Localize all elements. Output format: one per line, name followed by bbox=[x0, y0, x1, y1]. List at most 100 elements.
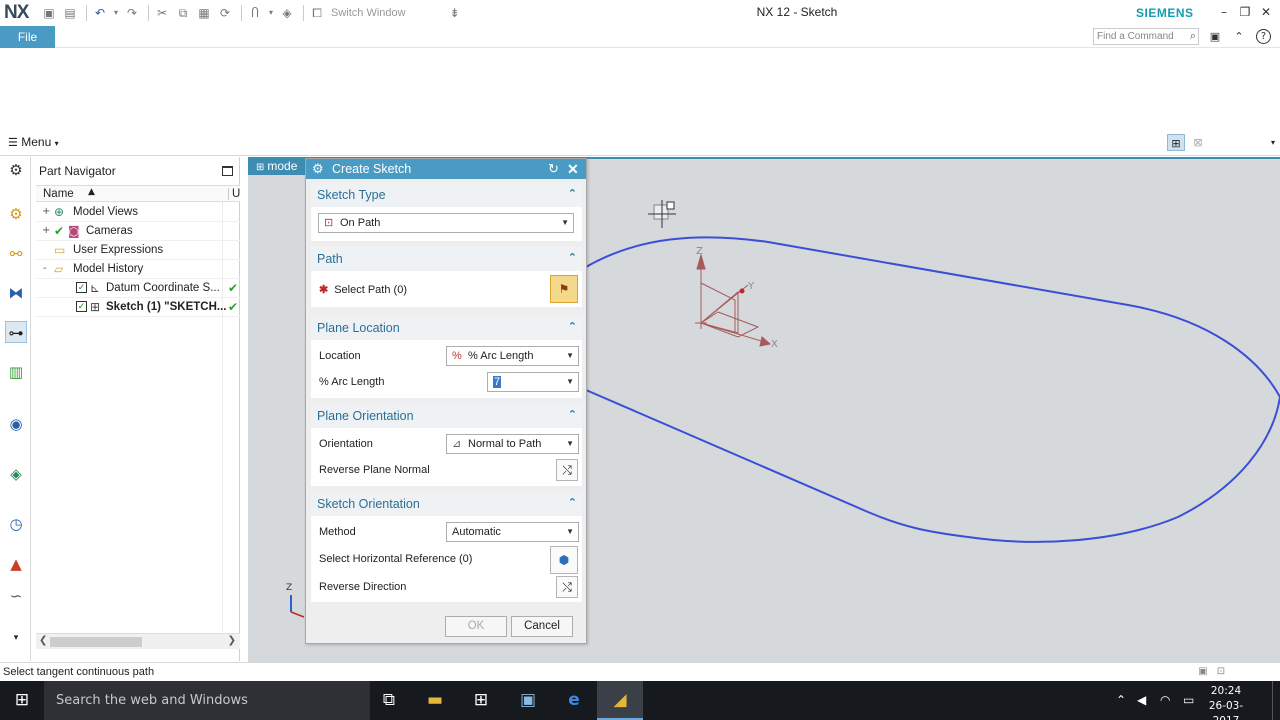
tree-item-user-expressions[interactable]: ▭ User Expressions bbox=[36, 241, 240, 260]
ok-button[interactable]: OK bbox=[445, 616, 507, 637]
taskbar-clock[interactable]: 20:24 26-03-2017 bbox=[1204, 684, 1248, 720]
menu-button[interactable]: ☰ Menu ▾ bbox=[8, 135, 59, 149]
group-header[interactable]: Sketch Orientation ⌃ bbox=[311, 492, 582, 516]
dialog-title-bar[interactable]: ⚙ Create Sketch ↻ ✕ bbox=[306, 159, 586, 179]
column-up-to-date[interactable]: U bbox=[228, 188, 240, 200]
column-name[interactable]: Name bbox=[43, 188, 74, 200]
part-navigator-icon[interactable]: ⊶ bbox=[5, 321, 27, 343]
close-dialog-icon[interactable]: ✕ bbox=[567, 159, 579, 179]
status-icon-window[interactable]: ⊡ bbox=[1214, 665, 1228, 679]
assembly-navigator-icon[interactable]: ⚙ bbox=[5, 203, 27, 225]
collapse-ribbon-icon[interactable]: ⌃ bbox=[1231, 29, 1247, 45]
resource-bar-scroll-icon[interactable]: ▾ bbox=[5, 627, 27, 649]
settings-gear-icon[interactable]: ⚙ bbox=[5, 159, 27, 181]
group-header[interactable]: Path ⌃ bbox=[311, 247, 582, 271]
visibility-checkbox[interactable]: ✓ bbox=[76, 301, 87, 312]
constraint-navigator-icon[interactable]: ⚯ bbox=[5, 243, 27, 265]
group-header[interactable]: Sketch Type ⌃ bbox=[311, 183, 582, 207]
switch-window-icon[interactable]: ⧠ bbox=[308, 5, 326, 21]
scrollbar-thumb[interactable] bbox=[50, 637, 142, 647]
process-studio-icon[interactable]: ∽ bbox=[5, 585, 27, 607]
tree-item-model-views[interactable]: + ⊕ Model Views bbox=[36, 203, 240, 222]
reverse-plane-normal-button[interactable]: ⤭ bbox=[556, 459, 578, 481]
method-dropdown[interactable]: Automatic ▼ bbox=[446, 522, 579, 542]
file-explorer-icon[interactable]: ▬ bbox=[412, 681, 458, 720]
reset-icon[interactable]: ↻ bbox=[548, 159, 559, 179]
status-icon-full-screen[interactable]: ▣ bbox=[1196, 665, 1210, 679]
tree-item-datum-csys[interactable]: ✓ ⊾ Datum Coordinate S... ✔ bbox=[36, 279, 240, 298]
collapse-group-icon[interactable]: ⌃ bbox=[568, 408, 577, 421]
ribbon-options-icon[interactable]: ▣ bbox=[1207, 29, 1223, 45]
system-materials-icon[interactable]: ▲ bbox=[5, 553, 27, 575]
reverse-direction-button[interactable]: ⤭ bbox=[556, 576, 578, 598]
nx-taskbar-app-icon[interactable]: ◢ bbox=[597, 681, 643, 720]
save-icon[interactable]: ▣ bbox=[40, 5, 58, 21]
file-tab[interactable]: File bbox=[0, 26, 55, 48]
scroll-left-icon[interactable]: ❮ bbox=[39, 635, 47, 646]
history-palette-icon[interactable]: ◈ bbox=[5, 463, 27, 485]
windows-start-icon[interactable]: ⊞ bbox=[0, 681, 44, 720]
selection-filter-icon[interactable]: ⊞ bbox=[1167, 134, 1185, 151]
collapse-icon[interactable]: - bbox=[43, 263, 47, 274]
edge-browser-icon[interactable]: e bbox=[551, 681, 597, 720]
paste-icon[interactable]: ▦ bbox=[195, 5, 213, 21]
group-header[interactable]: Plane Location ⌃ bbox=[311, 316, 582, 340]
customize-quick-access-icon[interactable]: ⇟ bbox=[446, 5, 464, 21]
arc-length-value[interactable]: 7 bbox=[493, 376, 502, 388]
collapse-group-icon[interactable]: ⌃ bbox=[568, 320, 577, 333]
tree-item-model-history[interactable]: - ▱ Model History bbox=[36, 260, 240, 279]
touch-mode-icon[interactable]: Ⴖ bbox=[246, 5, 264, 21]
hd3d-tools-icon[interactable]: ▥ bbox=[5, 361, 27, 383]
select-path-label[interactable]: ✱ Select Path (0) bbox=[319, 283, 407, 296]
snap-point-icon[interactable]: ⊠ bbox=[1189, 134, 1207, 151]
find-command-input[interactable]: Find a Command ⌕ bbox=[1093, 28, 1199, 45]
taskbar-search-box[interactable]: Search the web and Windows bbox=[44, 681, 370, 720]
tray-volume-icon[interactable]: ◀ bbox=[1137, 693, 1146, 707]
show-desktop-button[interactable] bbox=[1272, 681, 1280, 720]
task-view-icon[interactable]: ⧉ bbox=[366, 681, 412, 720]
orientation-dropdown[interactable]: ⊿ Normal to Path ▼ bbox=[446, 434, 579, 454]
switch-window-button[interactable]: Switch Window bbox=[331, 7, 406, 19]
visibility-checkbox[interactable]: ✓ bbox=[76, 282, 87, 293]
help-icon[interactable]: ? bbox=[1256, 29, 1271, 44]
arc-length-input[interactable]: 7 ▼ bbox=[487, 372, 579, 392]
undo-dropdown-icon[interactable]: ▾ bbox=[112, 5, 120, 21]
select-horizontal-reference-button[interactable]: ⬢ bbox=[550, 546, 578, 574]
expand-icon[interactable]: + bbox=[42, 206, 50, 217]
minimize-button[interactable]: – bbox=[1214, 4, 1234, 20]
repeat-command-icon[interactable]: ⟳ bbox=[216, 5, 234, 21]
tray-notifications-icon[interactable]: ▭ bbox=[1183, 693, 1194, 707]
redo-icon[interactable]: ↷ bbox=[123, 5, 141, 21]
remote-desktop-icon[interactable]: ▣ bbox=[505, 681, 551, 720]
navigator-horizontal-scrollbar[interactable]: ❮ ❯ bbox=[36, 633, 240, 649]
cancel-button[interactable]: Cancel bbox=[511, 616, 573, 637]
tray-network-icon[interactable]: ◠ bbox=[1160, 693, 1170, 707]
sketch-type-dropdown[interactable]: ⊡ On Path ▼ bbox=[318, 213, 574, 233]
copy-icon[interactable]: ⧉ bbox=[174, 5, 192, 21]
tree-item-cameras[interactable]: + ✔ ◙ Cameras bbox=[36, 222, 240, 241]
maximize-panel-icon[interactable] bbox=[222, 166, 233, 176]
collapse-group-icon[interactable]: ⌃ bbox=[568, 187, 577, 200]
group-header[interactable]: Plane Orientation ⌃ bbox=[311, 404, 582, 428]
datum-csys-triad[interactable] bbox=[695, 253, 772, 347]
collapse-group-icon[interactable]: ⌃ bbox=[568, 251, 577, 264]
tree-item-sketch[interactable]: ✓ ⊞ Sketch (1) "SKETCH... ✔ bbox=[36, 298, 240, 317]
select-curve-button[interactable]: ⚑ bbox=[550, 275, 578, 303]
sketch-path-curve[interactable] bbox=[585, 236, 1280, 543]
web-browser-icon[interactable]: ◉ bbox=[5, 413, 27, 435]
rotate-icon[interactable]: ◈ bbox=[278, 5, 296, 21]
close-button[interactable]: ✕ bbox=[1256, 4, 1276, 20]
touch-dropdown-icon[interactable]: ▾ bbox=[267, 5, 275, 21]
menu-row-overflow-icon[interactable]: ▾ bbox=[1264, 134, 1280, 151]
chevron-down-icon[interactable]: ▼ bbox=[566, 373, 574, 391]
history-clock-icon[interactable]: ◷ bbox=[5, 513, 27, 535]
reuse-library-icon[interactable]: ⧓ bbox=[5, 282, 27, 304]
tray-chevron-up-icon[interactable]: ⌃ bbox=[1116, 693, 1126, 707]
location-dropdown[interactable]: % % Arc Length ▼ bbox=[446, 346, 579, 366]
horizontal-reference-label[interactable]: Select Horizontal Reference (0) bbox=[319, 553, 472, 565]
dialog-settings-gear-icon[interactable]: ⚙ bbox=[312, 159, 324, 179]
save-all-icon[interactable]: ▤ bbox=[61, 5, 79, 21]
undo-icon[interactable]: ↶ bbox=[91, 5, 109, 21]
cut-icon[interactable]: ✂ bbox=[153, 5, 171, 21]
scroll-right-icon[interactable]: ❯ bbox=[228, 635, 236, 646]
